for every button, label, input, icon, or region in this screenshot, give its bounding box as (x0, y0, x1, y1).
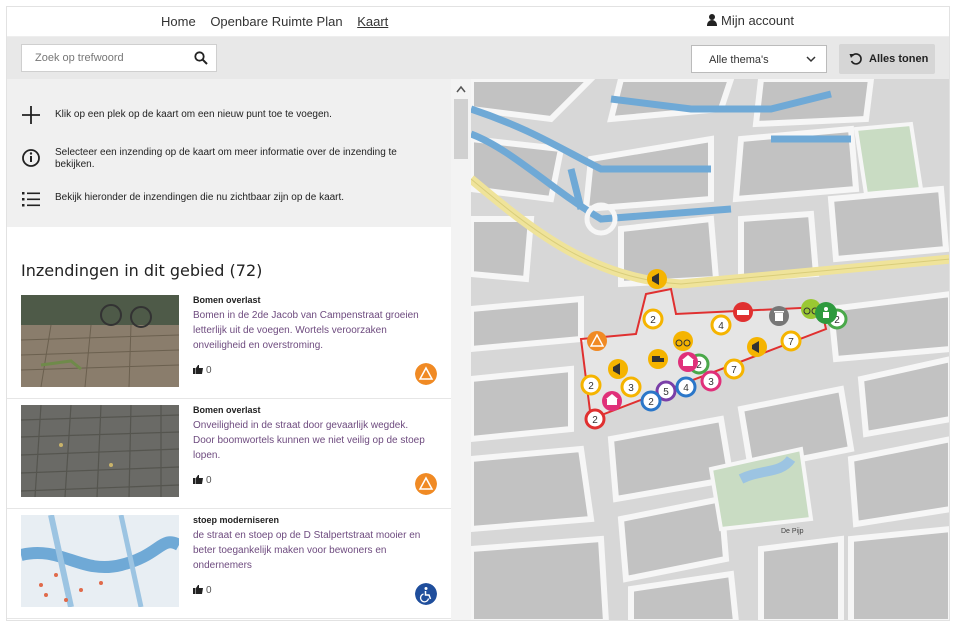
map-marker[interactable]: 2 (640, 390, 662, 412)
map-marker[interactable]: 3 (700, 370, 722, 392)
scrollbar-thumb[interactable] (454, 99, 468, 159)
nav-home-link[interactable]: Home (161, 14, 196, 29)
account-link[interactable]: Mijn account (707, 13, 794, 28)
svg-text:2: 2 (650, 315, 656, 326)
thumbs-up-icon (193, 475, 203, 484)
show-all-button[interactable]: Alles tonen (839, 44, 935, 74)
megaphone-icon[interactable] (747, 337, 767, 357)
map-marker[interactable]: 7 (780, 330, 802, 352)
wheelchair-icon (415, 583, 437, 605)
list-item[interactable]: Bomen overlast Onveiligheid in de straat… (7, 399, 453, 509)
map-marker[interactable]: 3 (620, 376, 642, 398)
sidebar: Klik op een plek op de kaart om een nieu… (7, 79, 453, 620)
plus-icon (22, 106, 40, 124)
nav-links: Home Openbare Ruimte Plan Kaart (161, 14, 399, 29)
person-icon[interactable] (815, 302, 837, 324)
sidebar-scrollbar[interactable] (451, 79, 471, 620)
map-marker[interactable]: 7 (723, 358, 745, 380)
svg-text:3: 3 (708, 377, 714, 388)
svg-text:4: 4 (718, 321, 724, 332)
like-count[interactable]: 0 (193, 585, 212, 596)
svg-text:7: 7 (788, 337, 794, 348)
account-label: Mijn account (721, 13, 794, 28)
map-marker[interactable]: 2 (580, 374, 602, 396)
search-icon[interactable] (194, 51, 208, 65)
trash-icon[interactable] (769, 306, 789, 326)
truck-icon[interactable] (648, 349, 668, 369)
info-icon (22, 149, 40, 167)
top-navigation: Home Openbare Ruimte Plan Kaart Mijn acc… (7, 7, 949, 37)
like-count[interactable]: 0 (193, 365, 212, 376)
building-icon[interactable] (602, 391, 622, 411)
nav-map-link[interactable]: Kaart (357, 14, 388, 29)
reset-icon (849, 53, 862, 65)
app-frame: Home Openbare Ruimte Plan Kaart Mijn acc… (6, 6, 950, 621)
list-icon (22, 192, 40, 207)
warning-icon[interactable] (587, 331, 607, 351)
thumbs-up-icon (193, 365, 203, 374)
map-view[interactable]: 2 4 7 2 2 3 5 4 3 7 2 2 2 De Pijp (471, 79, 950, 621)
bicycle-icon[interactable] (673, 331, 693, 351)
nav-plan-link[interactable]: Openbare Ruimte Plan (210, 14, 342, 29)
thumbs-up-icon (193, 585, 203, 594)
megaphone-icon[interactable] (647, 269, 667, 289)
theme-select-value: Alle thema's (709, 54, 769, 66)
map-marker[interactable]: 2 (642, 308, 664, 330)
submission-photo (21, 515, 179, 607)
svg-text:3: 3 (628, 383, 634, 394)
theme-select[interactable]: Alle thema's (691, 45, 827, 73)
map-marker[interactable]: 4 (710, 314, 732, 336)
show-all-label: Alles tonen (869, 53, 929, 65)
megaphone-icon[interactable] (608, 359, 628, 379)
submission-description: Onveiligheid in de straat door gevaarlij… (193, 420, 425, 461)
instruction-list-text: Bekijk hieronder de inzendingen die nu z… (55, 192, 345, 203)
svg-text:2: 2 (588, 381, 594, 392)
toolbar: Zoek op trefwoord Alle thema's Alles ton… (7, 37, 949, 79)
instruction-select-text: Selecteer een inzending op de kaart om m… (55, 147, 397, 170)
like-count-value: 0 (206, 365, 212, 376)
instruction-add-text: Klik op een plek op de kaart om een nieu… (55, 109, 332, 120)
list-item[interactable]: stoep moderniseren de straat en stoep op… (7, 509, 453, 619)
submission-title: Bomen overlast (193, 295, 261, 305)
submission-title: stoep moderniseren (193, 515, 280, 525)
user-icon (707, 14, 717, 26)
submissions-title: Inzendingen in dit gebied (72) (21, 261, 263, 280)
warning-icon (415, 363, 437, 385)
svg-text:7: 7 (731, 365, 737, 376)
list-item[interactable]: Bomen overlast Bomen in de 2de Jacob van… (7, 289, 453, 399)
instructions-panel: Klik op een plek op de kaart om een nieu… (7, 79, 453, 227)
submission-description: Bomen in de 2de Jacob van Campenstraat g… (193, 310, 419, 351)
car-icon[interactable] (733, 302, 753, 322)
submission-photo (21, 295, 179, 387)
search-input[interactable]: Zoek op trefwoord (21, 44, 217, 72)
svg-text:2: 2 (592, 415, 598, 426)
like-count-value: 0 (206, 585, 212, 596)
svg-text:5: 5 (663, 387, 669, 398)
map-marker[interactable]: 4 (675, 376, 697, 398)
warning-icon (415, 473, 437, 495)
svg-text:2: 2 (648, 397, 654, 408)
area-label: De Pijp (781, 528, 804, 535)
map-canvas[interactable]: 2 4 7 2 2 3 5 4 3 7 2 2 2 De Pijp (471, 79, 950, 621)
building-icon[interactable] (678, 352, 698, 372)
submission-description: de straat en stoep op de D Stalpertstraa… (193, 530, 421, 571)
chevron-down-icon (806, 56, 816, 63)
search-placeholder: Zoek op trefwoord (35, 52, 124, 64)
like-count[interactable]: 0 (193, 475, 212, 486)
chevron-up-icon[interactable] (456, 85, 466, 93)
map-marker[interactable]: 2 (584, 408, 606, 430)
svg-text:4: 4 (683, 383, 689, 394)
submission-title: Bomen overlast (193, 405, 261, 415)
submission-photo (21, 405, 179, 497)
like-count-value: 0 (206, 475, 212, 486)
